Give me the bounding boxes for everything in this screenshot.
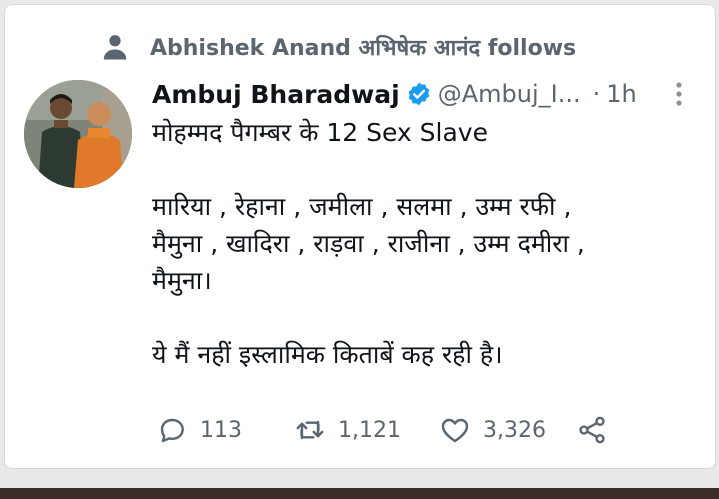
- tweet-actions: 113 1,121 3,326: [156, 410, 608, 450]
- person-icon: [103, 35, 127, 60]
- tweet-line: मैमुना।: [152, 266, 212, 295]
- retweet-count: 1,121: [338, 417, 401, 443]
- author-name[interactable]: Ambuj Bharadwaj: [152, 80, 400, 109]
- reply-icon: [160, 418, 184, 443]
- tweet-header: Ambuj Bharadwaj @Ambuj_I... · 1h: [152, 74, 637, 114]
- tweet-line: मोहम्मद पैगम्बर के 12 Sex Slave: [152, 118, 488, 147]
- verified-badge-icon: [408, 82, 430, 106]
- author-handle[interactable]: @Ambuj_I...: [438, 80, 581, 108]
- reply-button[interactable]: 113: [156, 414, 242, 446]
- social-context-text: Abhishek Anand अभिषेक आनंद follows: [150, 36, 577, 61]
- tweet-line: मारिया , रेहाना , जमीला , सलमा , उम्म रफ…: [152, 192, 572, 221]
- timestamp[interactable]: 1h: [606, 80, 636, 108]
- avatar[interactable]: [24, 80, 132, 188]
- retweet-button[interactable]: 1,121: [294, 414, 401, 446]
- like-button[interactable]: 3,326: [439, 414, 546, 446]
- like-count: 3,326: [482, 417, 546, 443]
- retweet-icon: [296, 420, 324, 440]
- more-options-icon[interactable]: [672, 80, 686, 108]
- tweet-line: मैमुना , खादिरा , राड़वा , राजीना , उम्म…: [152, 229, 585, 258]
- avatar-photo: [24, 80, 132, 188]
- tweet-text: मोहम्मद पैगम्बर के 12 Sex Slave मारिया ,…: [152, 114, 692, 373]
- bottom-bar: [0, 488, 719, 499]
- separator-dot: ·: [592, 80, 601, 108]
- reply-count: 113: [200, 417, 242, 443]
- heart-icon: [441, 418, 469, 443]
- share-icon: [579, 416, 605, 444]
- tweet-line: ये मैं नहीं इस्लामिक किताबें कह रही है।: [152, 340, 503, 369]
- social-context[interactable]: Abhishek Anand अभिषेक आनंद follows: [100, 30, 576, 64]
- share-button[interactable]: [576, 414, 608, 446]
